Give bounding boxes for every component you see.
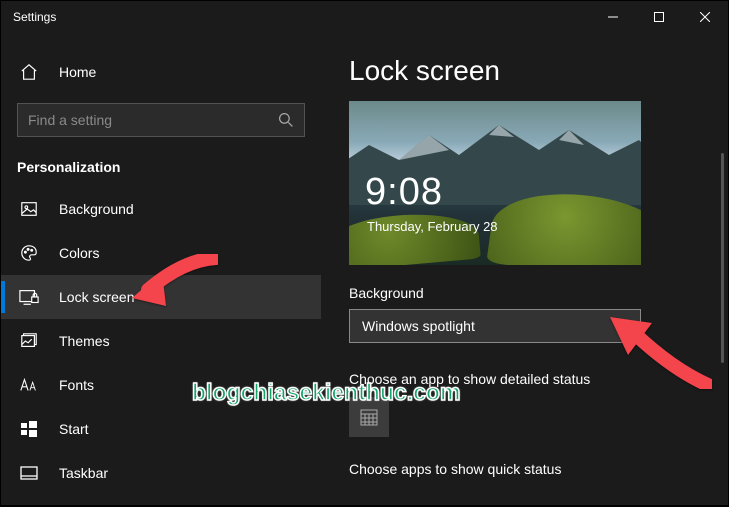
sidebar: Home Personalization Background <box>1 33 321 505</box>
home-icon <box>17 63 41 81</box>
sidebar-category: Personalization <box>1 149 321 187</box>
lock-screen-preview[interactable]: 9:08 Thursday, February 28 <box>349 101 641 265</box>
sidebar-item-background[interactable]: Background <box>1 187 321 231</box>
sidebar-item-label: Fonts <box>59 377 94 393</box>
sidebar-item-lock-screen[interactable]: Lock screen <box>1 275 321 319</box>
sidebar-item-start[interactable]: Start <box>1 407 321 451</box>
lockscreen-icon <box>17 288 41 306</box>
background-label: Background <box>349 285 728 301</box>
taskbar-icon <box>17 466 41 480</box>
calendar-icon <box>359 407 379 427</box>
home-label: Home <box>59 64 96 80</box>
search-box[interactable] <box>17 103 305 137</box>
search-input[interactable] <box>28 112 278 128</box>
close-button[interactable] <box>682 1 728 33</box>
picture-icon <box>17 200 41 218</box>
background-value: Windows spotlight <box>362 318 616 334</box>
titlebar: Settings <box>1 1 728 33</box>
themes-icon <box>17 332 41 350</box>
sidebar-item-taskbar[interactable]: Taskbar <box>1 451 321 495</box>
sidebar-item-label: Lock screen <box>59 289 134 305</box>
sidebar-item-themes[interactable]: Themes <box>1 319 321 363</box>
fonts-icon <box>17 377 41 393</box>
sidebar-item-colors[interactable]: Colors <box>1 231 321 275</box>
detailed-status-app-picker[interactable] <box>349 397 389 437</box>
preview-date: Thursday, February 28 <box>367 219 498 234</box>
sidebar-item-label: Background <box>59 201 134 217</box>
search-icon <box>278 112 294 128</box>
maximize-button[interactable] <box>636 1 682 33</box>
sidebar-item-label: Themes <box>59 333 110 349</box>
chevron-down-icon <box>616 320 628 332</box>
sidebar-item-label: Taskbar <box>59 465 108 481</box>
minimize-button[interactable] <box>590 1 636 33</box>
background-dropdown[interactable]: Windows spotlight <box>349 309 641 343</box>
quick-status-label: Choose apps to show quick status <box>349 461 669 477</box>
sidebar-item-home[interactable]: Home <box>1 49 321 95</box>
content-area: Lock screen 9:08 Thursday, February 28 B… <box>321 33 728 505</box>
scrollbar[interactable] <box>721 153 724 363</box>
page-title: Lock screen <box>349 55 728 87</box>
palette-icon <box>17 244 41 262</box>
sidebar-item-label: Start <box>59 421 89 437</box>
start-icon <box>17 421 41 437</box>
detailed-status-label: Choose an app to show detailed status <box>349 371 669 387</box>
sidebar-item-label: Colors <box>59 245 99 261</box>
window-title: Settings <box>1 10 590 24</box>
preview-time: 9:08 <box>365 171 443 214</box>
sidebar-item-fonts[interactable]: Fonts <box>1 363 321 407</box>
